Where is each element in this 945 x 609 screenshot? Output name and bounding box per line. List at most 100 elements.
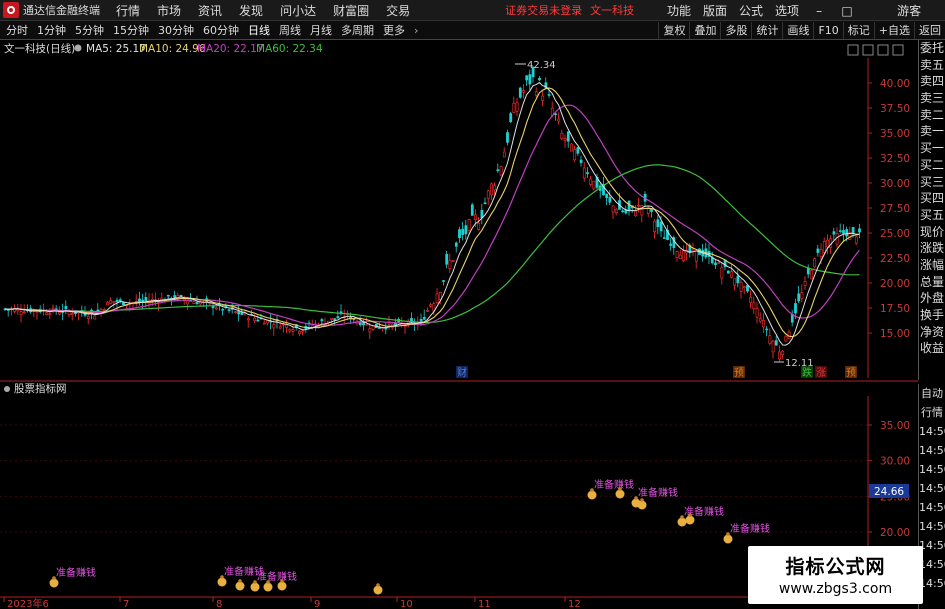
candle-body [22,311,26,314]
back-button[interactable]: 返回 [914,22,945,39]
quote-item[interactable]: 卖二 [919,107,945,124]
chart-options-icon[interactable] [892,44,904,56]
money-bag-icon [277,581,287,591]
period-60min[interactable]: 60分钟 [203,22,239,38]
chart-tool-buttons: 复权 叠加 多股 统计 画线 F10 标记 +自选 返回 [658,21,945,40]
menu-quotes[interactable]: 行情 [116,2,140,19]
period-multi[interactable]: 多周期 [341,22,374,38]
draw-line-button[interactable]: 画线 [782,22,813,39]
candle-body [851,227,855,233]
event-tag[interactable]: 涨 [816,367,826,379]
period-daily[interactable]: 日线 [248,22,270,38]
period-monthly[interactable]: 月线 [310,22,332,38]
money-bag-icon [217,577,227,587]
quote-item[interactable]: 卖三 [919,90,945,107]
quote-item[interactable]: 总量 [919,274,945,291]
tick-item[interactable]: 行情 [919,403,945,422]
zoom-in-icon[interactable] [847,44,859,56]
quote-item[interactable]: 委托 [919,40,945,57]
chart-mode-icon[interactable] [877,44,889,56]
login-warning[interactable]: 证券交易未登录 [505,2,582,18]
menu-discover[interactable]: 发现 [239,2,263,19]
chart-canvas[interactable]: 文一科技(日线) MA5: 25.17 MA10: 24.96 MA20: 22… [0,40,918,609]
candle-body [48,313,52,315]
candle-body [522,90,525,93]
user-guest[interactable]: 游客 [897,2,921,19]
menu-formula[interactable]: 公式 [739,2,763,19]
candle-body [778,351,781,360]
period-30min[interactable]: 30分钟 [158,22,194,38]
candle-body [541,95,545,101]
candle-body [448,260,452,269]
quote-item[interactable]: 买一 [919,140,945,157]
quote-item[interactable]: 买五 [919,207,945,224]
overlay-button[interactable]: 叠加 [689,22,720,39]
quote-item[interactable]: 外盘 [919,290,945,307]
candle-body [570,143,573,152]
menu-news[interactable]: 资讯 [198,2,222,19]
x-tick-label: 10 [400,599,413,609]
candle-body [678,254,682,259]
quote-item[interactable]: 卖五 [919,57,945,74]
quote-item[interactable]: 卖四 [919,73,945,90]
event-tag[interactable]: 预 [734,367,744,379]
period-weekly[interactable]: 周线 [279,22,301,38]
menu-market[interactable]: 市场 [157,2,181,19]
event-tag[interactable]: 财 [457,366,467,379]
menu-ask[interactable]: 问小达 [280,2,316,19]
menu-wealth[interactable]: 财富圈 [333,2,369,19]
quote-item[interactable]: 涨跌 [919,240,945,257]
minimize-icon[interactable]: – [811,4,827,18]
candle-body [605,193,609,199]
f10-button[interactable]: F10 [813,22,842,39]
period-15min[interactable]: 15分钟 [113,22,149,38]
menu-trade[interactable]: 交易 [386,2,410,19]
quote-item[interactable]: 涨幅 [919,257,945,274]
candle-body [730,271,733,278]
chevron-down-icon[interactable]: › [414,24,418,37]
mark-button[interactable]: 标记 [842,22,874,39]
x-tick-label: 7 [123,599,129,609]
candle-body [330,317,333,320]
candle-body [426,310,429,312]
quote-item[interactable]: 换手 [919,307,945,324]
add-watchlist-button[interactable]: +自选 [873,22,914,39]
menu-options[interactable]: 选项 [775,2,799,19]
candle-body [858,228,861,233]
indicator-settings-icon[interactable] [4,386,10,392]
event-tag[interactable]: 预 [846,367,856,379]
period-more[interactable]: 更多 [383,22,405,38]
quote-item[interactable]: 净资 [919,324,945,341]
quote-item[interactable]: 买四 [919,190,945,207]
quote-item[interactable]: 卖一 [919,123,945,140]
candle-body [333,318,337,320]
zoom-out-icon[interactable] [862,44,874,56]
candle-body [106,302,109,306]
maximize-icon[interactable]: □ [839,4,855,18]
quote-item[interactable]: 买二 [919,157,945,174]
candle-body [838,230,842,232]
tick-item[interactable]: 自动 [919,384,945,403]
quote-item[interactable]: 买三 [919,174,945,191]
candle-body [384,327,388,330]
candle-body [198,302,202,305]
restore-rights-button[interactable]: 复权 [658,22,689,39]
period-1min[interactable]: 1分钟 [37,22,66,38]
candle-body [352,318,356,321]
event-tag[interactable]: 跌 [802,366,812,379]
quote-item[interactable]: 收益 [919,340,945,357]
ma10-label: MA10: 24.96 [139,43,206,55]
signal-markers: 准备赚钱 准备赚钱准备赚钱准备赚钱准备赚钱准备赚钱准备赚钱 [49,478,770,595]
candle-body [784,335,788,342]
candle-body [58,312,61,315]
period-5min[interactable]: 5分钟 [75,22,104,38]
menu-function[interactable]: 功能 [667,2,691,19]
quote-item[interactable]: 现价 [919,224,945,241]
period-intraday[interactable]: 分时 [6,22,28,38]
statistics-button[interactable]: 统计 [751,22,782,39]
candle-body [762,320,765,328]
multi-stock-button[interactable]: 多股 [720,22,751,39]
menu-layout[interactable]: 版面 [703,2,727,19]
y-tick-label: 17.50 [880,303,910,315]
settings-icon[interactable] [74,44,82,52]
